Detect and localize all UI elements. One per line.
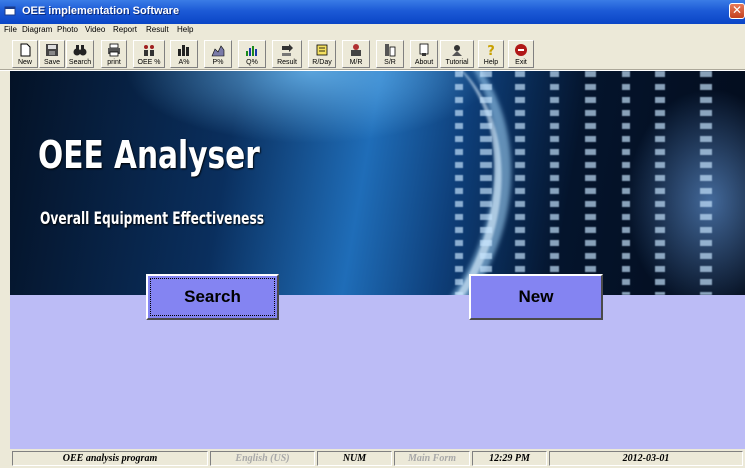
toolbar-label: Result	[277, 59, 297, 66]
toolbar-print-button[interactable]: print	[101, 40, 127, 68]
banner-title: OEE Analyser	[38, 133, 260, 177]
about-icon	[419, 43, 429, 56]
toolbar-label: OEE %	[137, 59, 161, 66]
toolbar-oee-button[interactable]: OEE %	[133, 40, 165, 68]
save-disk-icon	[46, 44, 58, 56]
toolbar-label: About	[414, 59, 434, 66]
toolbar-new-button[interactable]: New	[12, 40, 38, 68]
toolbar-label: A%	[178, 59, 190, 66]
menu-report[interactable]: Report	[113, 25, 137, 34]
toolbar-label: P%	[212, 59, 224, 66]
status-bar: OEE analysis program English (US) NUM Ma…	[10, 449, 745, 468]
banner-binary-column	[455, 71, 463, 295]
banner-binary-column	[655, 71, 665, 295]
menu-diagram[interactable]: Diagram	[22, 25, 52, 34]
banner-image: OEE Analyser Overall Equipment Effective…	[10, 71, 745, 295]
toolbar-rday-button[interactable]: R/Day	[308, 40, 336, 68]
people-chart-icon	[144, 45, 154, 56]
toolbar-help-button[interactable]: ? Help	[478, 40, 504, 68]
window-left-border	[0, 71, 10, 468]
toolbar-label: Help	[483, 59, 499, 66]
toolbar-save-button[interactable]: Save	[39, 40, 65, 68]
toolbar-label: Q%	[246, 59, 258, 66]
toolbar-mr-button[interactable]: M/R	[342, 40, 370, 68]
status-form-name: Main Form	[394, 451, 470, 466]
result-arrow-icon	[282, 44, 293, 56]
app-icon	[4, 6, 16, 16]
new-document-icon	[20, 43, 31, 57]
close-icon: ✕	[731, 3, 743, 17]
menu-bar: File Diagram Photo Video Report Result H…	[0, 24, 745, 38]
menu-help[interactable]: Help	[177, 25, 193, 34]
binoculars-icon	[73, 45, 87, 56]
area-chart-icon	[211, 45, 225, 57]
banner-binary-column	[700, 71, 712, 295]
menu-result[interactable]: Result	[146, 25, 169, 34]
banner-binary-column	[515, 71, 525, 295]
toolbar-q-percent-button[interactable]: Q%	[238, 40, 266, 68]
toolbar-about-button[interactable]: About	[410, 40, 438, 68]
status-time: 12:29 PM	[472, 451, 547, 466]
toolbar-a-percent-button[interactable]: A%	[170, 40, 198, 68]
toolbar-label: Save	[44, 59, 60, 66]
title-bar[interactable]: OEE implementation Software ✕	[0, 0, 745, 24]
close-button[interactable]: ✕	[729, 3, 745, 19]
svg-text:?: ?	[487, 44, 495, 57]
banner-binary-column	[550, 71, 559, 295]
toolbar-label: R/Day	[312, 59, 332, 66]
column-chart-icon	[246, 46, 257, 56]
banner-subtitle: Overall Equipment Effectiveness	[40, 209, 265, 229]
tutorial-icon	[452, 45, 462, 56]
toolbar-label: Search	[68, 59, 92, 66]
status-program-name: OEE analysis program	[12, 451, 208, 466]
status-date: 2012-03-01	[549, 451, 743, 466]
menu-video[interactable]: Video	[85, 25, 105, 34]
toolbar-exit-button[interactable]: Exit	[508, 40, 534, 68]
menu-photo[interactable]: Photo	[57, 25, 78, 34]
menu-file[interactable]: File	[4, 25, 17, 34]
toolbar-label: Tutorial	[445, 59, 469, 66]
daily-report-icon	[316, 44, 328, 56]
status-num-lock: NUM	[317, 451, 392, 466]
toolbar-label: M/R	[349, 59, 363, 66]
search-button[interactable]: Search	[146, 274, 279, 320]
new-button[interactable]: New	[469, 274, 603, 320]
toolbar-result-button[interactable]: Result	[272, 40, 302, 68]
monthly-report-icon	[351, 44, 361, 56]
toolbar-label: Exit	[515, 59, 527, 66]
help-question-icon: ?	[487, 44, 495, 57]
banner-binary-column	[622, 71, 630, 295]
toolbar-search-button[interactable]: Search	[66, 40, 94, 68]
toolbar-p-percent-button[interactable]: P%	[204, 40, 232, 68]
printer-icon	[108, 43, 120, 57]
toolbar-tutorial-button[interactable]: Tutorial	[440, 40, 474, 68]
banner-binary-column	[585, 71, 596, 295]
toolbar-label: New	[17, 59, 32, 66]
window-title: OEE implementation Software	[22, 5, 180, 17]
status-language: English (US)	[210, 451, 315, 466]
banner-binary-column	[480, 71, 492, 295]
toolbar-sr-button[interactable]: S/R	[376, 40, 404, 68]
toolbar-label: print	[107, 59, 121, 66]
main-panel: Search New	[10, 274, 745, 449]
bar-chart-icon	[178, 45, 189, 56]
exit-icon	[515, 44, 527, 56]
toolbar-label: S/R	[384, 59, 396, 66]
toolbar: New Save Search print OEE % A% P% Q% Res…	[0, 38, 745, 70]
summary-report-icon	[385, 44, 396, 57]
